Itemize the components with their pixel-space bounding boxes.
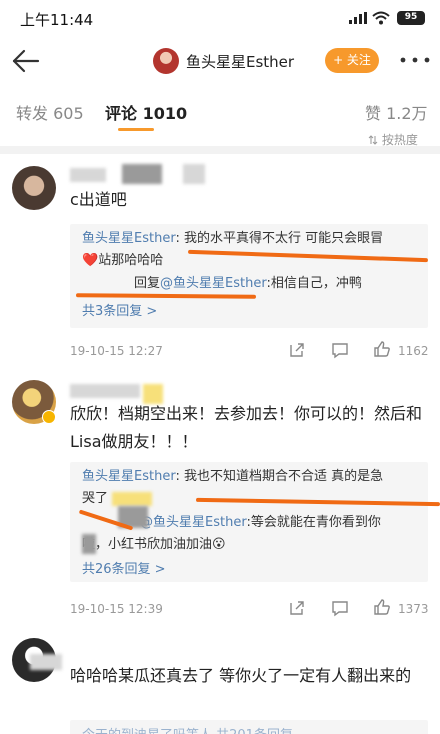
reply-text: :等会就能在青你看到你: [246, 515, 381, 530]
section-divider: [0, 146, 440, 154]
sort-label: 按热度: [381, 133, 418, 147]
header-username[interactable]: 鱼头星星Esther: [186, 51, 294, 72]
heart-icon: ❤️: [82, 253, 99, 268]
comment-item: c出道吧 鱼头星星Esther: 我的水平真得不太行 可能只会眼冒 ❤️站那哈哈…: [0, 160, 440, 372]
reply-box[interactable]: 鱼头星星Esther: 我的水平真得不太行 可能只会眼冒 ❤️站那哈哈哈 回复@…: [70, 224, 428, 328]
comment-time: 19-10-15 12:39: [70, 602, 163, 616]
wifi-icon: [372, 11, 390, 25]
back-icon[interactable]: [8, 44, 42, 78]
reply-mention[interactable]: @鱼头星星Esther: [160, 276, 266, 291]
reply-text: 啦，小红书欣加油加油😮: [82, 537, 226, 552]
status-time: 上午11:44: [20, 11, 94, 29]
redacted-username: [30, 654, 62, 670]
reply-text: :相信自己，冲鸭: [266, 276, 362, 291]
tab-repost[interactable]: 转发 605: [16, 100, 84, 124]
battery-indicator: 95: [397, 11, 425, 25]
like-icon[interactable]: [373, 340, 391, 358]
comment-text: 哈哈哈某瓜还真去了 等你火了一定有人翻出来的: [70, 666, 412, 685]
commenter-avatar[interactable]: [12, 166, 56, 210]
redacted-username: [70, 168, 106, 182]
active-tab-indicator: [118, 128, 154, 131]
reply-line: 回复@鱼头星星Esther:相信自己，冲鸭: [134, 273, 414, 295]
reply-line: 鱼头星星Esther: 我也不知道档期合不合适 真的是急: [82, 466, 422, 488]
reply-text: : 我的水平真得不太行 可能只会眼冒: [175, 231, 384, 246]
comment-time: 19-10-15 12:27: [70, 344, 163, 358]
comment-text: c出道吧: [70, 190, 127, 209]
tab-comments[interactable]: 评论 1010: [105, 100, 187, 124]
reply-line: 鱼头星星Esther: 我的水平真得不太行 可能只会眼冒: [82, 228, 422, 250]
redacted-username: [122, 164, 162, 184]
reply-text: 哭了: [82, 491, 109, 506]
reply-preview[interactable]: 今天的到迪星了吗等人 共201条回复: [82, 724, 293, 734]
tab-likes[interactable]: 赞 1.2万: [365, 100, 428, 124]
comment-item: 哈哈哈某瓜还真去了 等你火了一定有人翻出来的 今天的到迪星了吗等人 共201条回…: [0, 634, 440, 734]
like-icon[interactable]: [373, 598, 391, 616]
redacted-username: [183, 164, 205, 184]
header-avatar[interactable]: [153, 48, 179, 74]
share-icon[interactable]: [288, 341, 306, 359]
reply-box[interactable]: 鱼头星星Esther: 我也不知道档期合不合适 真的是急 哭了 回复@鱼头星星E…: [70, 462, 428, 582]
comment-icon[interactable]: [331, 599, 349, 617]
reply-prefix: 回复: [134, 276, 161, 291]
redacted-username: [82, 534, 96, 554]
reply-mention[interactable]: @鱼头星星Esther: [140, 515, 246, 530]
comment-icon[interactable]: [331, 341, 349, 359]
tab-bar: 转发 605 评论 1010 赞 1.2万: [0, 92, 440, 131]
nav-bar: 鱼头星星Esther + 关注: [0, 36, 440, 86]
reply-author[interactable]: 鱼头星星Esther: [82, 231, 175, 246]
follow-button[interactable]: + 关注: [325, 48, 379, 73]
comment-text: 欣欣！档期空出来！去参加去！你可以的！然后和Lisa做朋友！！！: [70, 404, 423, 451]
reply-line: 啦，小红书欣加油加油😮: [82, 534, 422, 556]
comment-item: 欣欣！档期空出来！去参加去！你可以的！然后和Lisa做朋友！！！ 鱼头星星Est…: [0, 378, 440, 628]
reply-box[interactable]: 今天的到迪星了吗等人 共201条回复: [70, 720, 428, 734]
view-replies-link[interactable]: 共3条回复 >: [82, 300, 157, 319]
share-icon[interactable]: [288, 599, 306, 617]
redacted-emoji: [112, 492, 152, 506]
redacted-username: [70, 384, 140, 398]
signal-icon: [349, 12, 367, 24]
reply-text: 站那哈哈哈: [98, 253, 164, 268]
like-count: 1162: [398, 344, 429, 358]
more-icon[interactable]: [398, 52, 432, 68]
view-replies-link[interactable]: 共26条回复 >: [82, 558, 166, 577]
status-bar: 上午11:44 95: [0, 0, 440, 36]
sort-icon: [368, 135, 378, 145]
verified-badge-icon: [42, 410, 56, 424]
reply-author[interactable]: 鱼头星星Esther: [82, 469, 175, 484]
like-count: 1373: [398, 602, 429, 616]
reply-text: : 我也不知道档期合不合适 真的是急: [175, 469, 384, 484]
